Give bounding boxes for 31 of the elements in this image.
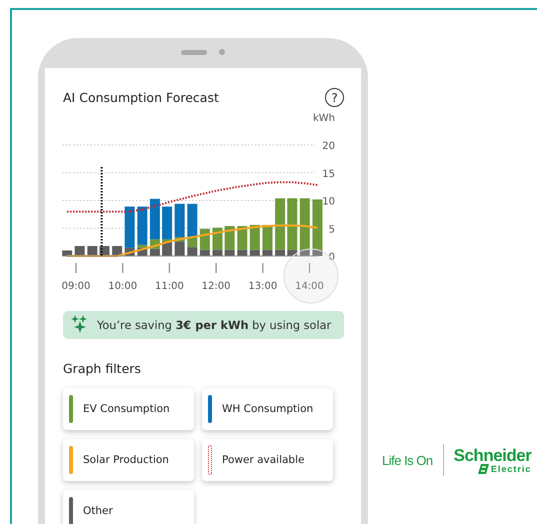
bar: [74, 246, 85, 256]
speaker-drawing: [181, 50, 207, 54]
filter-button[interactable]: Power available: [202, 439, 333, 481]
brand-subname: Electric: [490, 464, 532, 474]
bar: [187, 247, 198, 256]
filter-button[interactable]: Other: [63, 490, 194, 524]
bar: [62, 250, 72, 256]
y-tick-label: 15: [322, 168, 335, 180]
filter-button[interactable]: Solar Production: [63, 439, 194, 481]
brand-name: Schneider: [454, 446, 532, 464]
x-tick-label: 14:00: [295, 281, 324, 292]
x-tick-label: 12:00: [202, 281, 231, 292]
savings-text: You’re saving 3€ per kWh by using solar: [97, 318, 332, 332]
card-title: AI Consumption Forecast: [63, 90, 219, 105]
y-tick-label: 20: [322, 141, 335, 152]
filter-button[interactable]: WH Consumption: [202, 388, 333, 430]
logo-icon: [478, 464, 489, 474]
help-icon[interactable]: ?: [325, 88, 344, 107]
y-axis-unit: kWh: [312, 113, 335, 124]
filters-title: Graph filters: [63, 361, 142, 376]
touch-indicator: [284, 248, 338, 304]
y-tick-label: 10: [322, 196, 335, 208]
x-tick-label: 13:00: [248, 281, 278, 292]
x-tick-label: 10:00: [108, 281, 138, 292]
x-tick-label: 11:00: [154, 281, 184, 292]
y-tick-label: 5: [328, 224, 335, 236]
camera-drawing: [219, 49, 225, 55]
x-tick-label: 09:00: [62, 281, 90, 292]
filter-button[interactable]: EV Consumption: [63, 388, 194, 430]
bar: [87, 246, 98, 256]
tagline: Life Is On: [382, 452, 433, 468]
